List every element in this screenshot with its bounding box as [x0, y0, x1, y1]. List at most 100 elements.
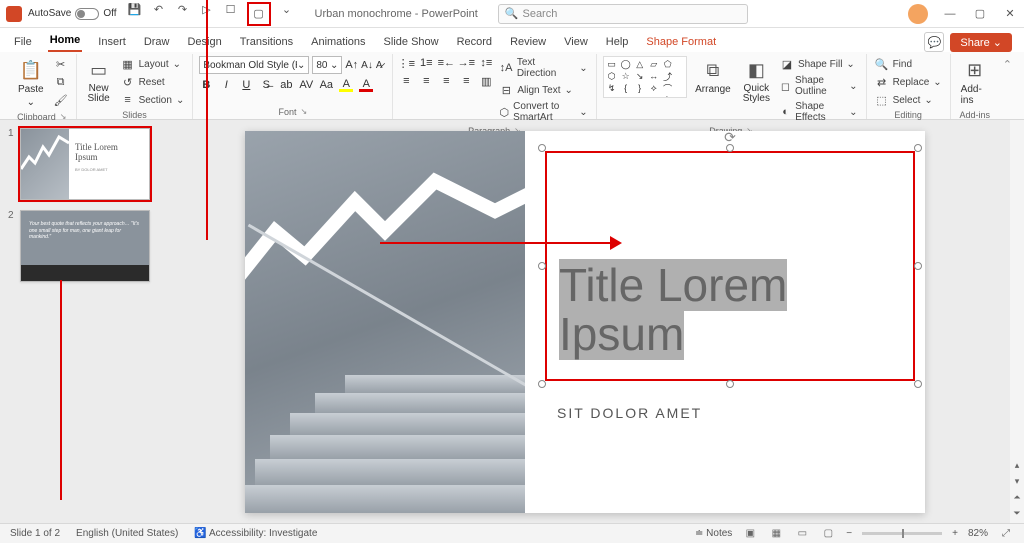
align-right-button[interactable]: ≡ [439, 74, 453, 88]
share-button[interactable]: Share ⌄ [950, 33, 1012, 52]
tab-help[interactable]: Help [604, 32, 631, 52]
qat-dropdown-icon[interactable]: ⌄ [279, 2, 295, 18]
toggle-icon[interactable] [75, 8, 99, 20]
slide-sorter-icon[interactable]: ▦ [768, 527, 784, 541]
vertical-scrollbar[interactable]: ▴ ▾ ⏶ ⏷ [1010, 120, 1024, 523]
numbering-button[interactable]: 1≡ [419, 56, 433, 70]
present-icon[interactable]: ▢ [251, 6, 267, 22]
dialog-launcher-icon[interactable]: ↘ [300, 107, 307, 117]
resize-handle[interactable] [726, 380, 734, 388]
quick-styles-button[interactable]: ◧Quick Styles [739, 56, 774, 106]
slideshow-view-icon[interactable]: ▢ [820, 527, 836, 541]
resize-handle[interactable] [914, 144, 922, 152]
section-button[interactable]: ≡Section ⌄ [119, 92, 187, 108]
layout-button[interactable]: ▦Layout ⌄ [119, 56, 187, 72]
tab-review[interactable]: Review [508, 32, 548, 52]
accessibility-checker[interactable]: ♿ Accessibility: Investigate [194, 528, 317, 539]
italic-button[interactable]: I [219, 78, 233, 92]
justify-button[interactable]: ≡ [459, 74, 473, 88]
tab-file[interactable]: File [12, 32, 34, 52]
thumbnail-2[interactable]: Your best quote that reflects your appro… [20, 210, 150, 282]
tab-home[interactable]: Home [48, 30, 83, 52]
resize-handle[interactable] [914, 262, 922, 270]
normal-view-icon[interactable]: ▣ [742, 527, 758, 541]
slide-indicator[interactable]: Slide 1 of 2 [10, 528, 60, 539]
font-color-button[interactable]: A [359, 78, 373, 92]
increase-indent-button[interactable]: →≡ [459, 56, 473, 70]
decrease-indent-button[interactable]: ≡← [439, 56, 453, 70]
shape-outline-button[interactable]: ◻Shape Outline ⌄ [778, 74, 860, 98]
reset-button[interactable]: ↺Reset [119, 74, 187, 90]
save-icon[interactable]: 💾 [127, 2, 143, 18]
font-size-select[interactable]: 80⌄ [312, 56, 342, 74]
tab-slideshow[interactable]: Slide Show [382, 32, 441, 52]
strikethrough-button[interactable]: S̶ [259, 78, 273, 92]
underline-button[interactable]: U [239, 78, 253, 92]
addins-button[interactable]: ⊞Add-ins [957, 56, 993, 108]
shapes-gallery[interactable]: ▭◯△▱⬠⬡☆ ↘↔⤴↯{}⟡ ⌒∿⬳↝⤳}⬯ [603, 56, 687, 98]
line-spacing-button[interactable]: ↕≡ [479, 56, 493, 70]
change-case-button[interactable]: Aa [319, 78, 333, 92]
tab-insert[interactable]: Insert [96, 32, 128, 52]
next-slide-icon[interactable]: ⏷ [1012, 507, 1022, 519]
notes-button[interactable]: ≐ Notes [695, 528, 732, 539]
zoom-percent[interactable]: 82% [968, 528, 988, 539]
collapse-ribbon-icon[interactable]: ⌃ [1003, 58, 1012, 71]
title-text[interactable]: Title Lorem Ipsum [559, 261, 787, 360]
select-button[interactable]: ⬚Select ⌄ [873, 92, 944, 108]
text-direction-button[interactable]: ↕AText Direction ⌄ [497, 56, 589, 80]
tab-view[interactable]: View [562, 32, 590, 52]
thumbnail-1[interactable]: Title Lorem Ipsum BY DOLOR AMET [20, 128, 150, 200]
tab-transitions[interactable]: Transitions [238, 32, 295, 52]
format-painter-button[interactable]: 🖌 [52, 92, 70, 108]
clear-formatting-icon[interactable]: A̷ [376, 60, 383, 71]
comments-button[interactable]: 💬 [924, 32, 944, 52]
paste-button[interactable]: 📋 Paste ⌄ [14, 56, 48, 110]
tab-shape-format[interactable]: Shape Format [644, 32, 718, 52]
redo-icon[interactable]: ↷ [175, 2, 191, 18]
tab-draw[interactable]: Draw [142, 32, 172, 52]
columns-button[interactable]: ▥ [479, 74, 493, 88]
find-button[interactable]: 🔍Find [873, 56, 944, 72]
highlight-button[interactable]: A [339, 78, 353, 92]
scroll-up-icon[interactable]: ▴ [1012, 459, 1022, 471]
grow-font-icon[interactable]: A↑ [345, 59, 358, 71]
search-input[interactable]: 🔍 Search [498, 4, 748, 24]
slide-canvas[interactable]: ⟳ Title Lorem Ipsum SIT DOLOR AMET [245, 131, 925, 513]
zoom-in-button[interactable]: + [952, 528, 958, 539]
character-spacing-button[interactable]: AV [299, 78, 313, 92]
close-icon[interactable]: ✕ [1002, 6, 1018, 22]
font-name-select[interactable]: Bookman Old Style (Heading)⌄ [199, 56, 309, 74]
new-slide-button[interactable]: ▭ New Slide [83, 56, 115, 106]
arrange-button[interactable]: ⧉Arrange [691, 56, 735, 97]
bullets-button[interactable]: ⋮≡ [399, 56, 413, 70]
tab-record[interactable]: Record [455, 32, 494, 52]
align-text-button[interactable]: ⊟Align Text ⌄ [497, 82, 589, 98]
slide-image-placeholder[interactable] [245, 131, 525, 513]
prev-slide-icon[interactable]: ⏶ [1012, 491, 1022, 503]
user-avatar[interactable] [908, 4, 928, 24]
resize-handle[interactable] [538, 144, 546, 152]
reading-view-icon[interactable]: ▭ [794, 527, 810, 541]
resize-handle[interactable] [726, 144, 734, 152]
cut-button[interactable]: ✂ [52, 56, 70, 72]
replace-button[interactable]: ⇄Replace ⌄ [873, 74, 944, 90]
tab-animations[interactable]: Animations [309, 32, 367, 52]
autosave-toggle[interactable]: AutoSave Off [28, 8, 117, 20]
fit-to-window-icon[interactable]: ⤢ [998, 527, 1014, 541]
copy-button[interactable]: ⧉ [52, 74, 70, 90]
align-center-button[interactable]: ≡ [419, 74, 433, 88]
tab-design[interactable]: Design [185, 32, 223, 52]
zoom-slider[interactable] [862, 532, 942, 535]
resize-handle[interactable] [538, 262, 546, 270]
shrink-font-icon[interactable]: A↓ [361, 60, 373, 71]
shape-fill-button[interactable]: ◪Shape Fill ⌄ [778, 56, 860, 72]
resize-handle[interactable] [538, 380, 546, 388]
resize-handle[interactable] [914, 380, 922, 388]
subtitle-text[interactable]: SIT DOLOR AMET [557, 405, 702, 421]
title-placeholder-selected[interactable]: ⟳ Title Lorem Ipsum [545, 151, 915, 381]
language-indicator[interactable]: English (United States) [76, 528, 178, 539]
align-left-button[interactable]: ≡ [399, 74, 413, 88]
rotate-handle-icon[interactable]: ⟳ [724, 129, 736, 146]
minimize-icon[interactable]: — [942, 6, 958, 22]
